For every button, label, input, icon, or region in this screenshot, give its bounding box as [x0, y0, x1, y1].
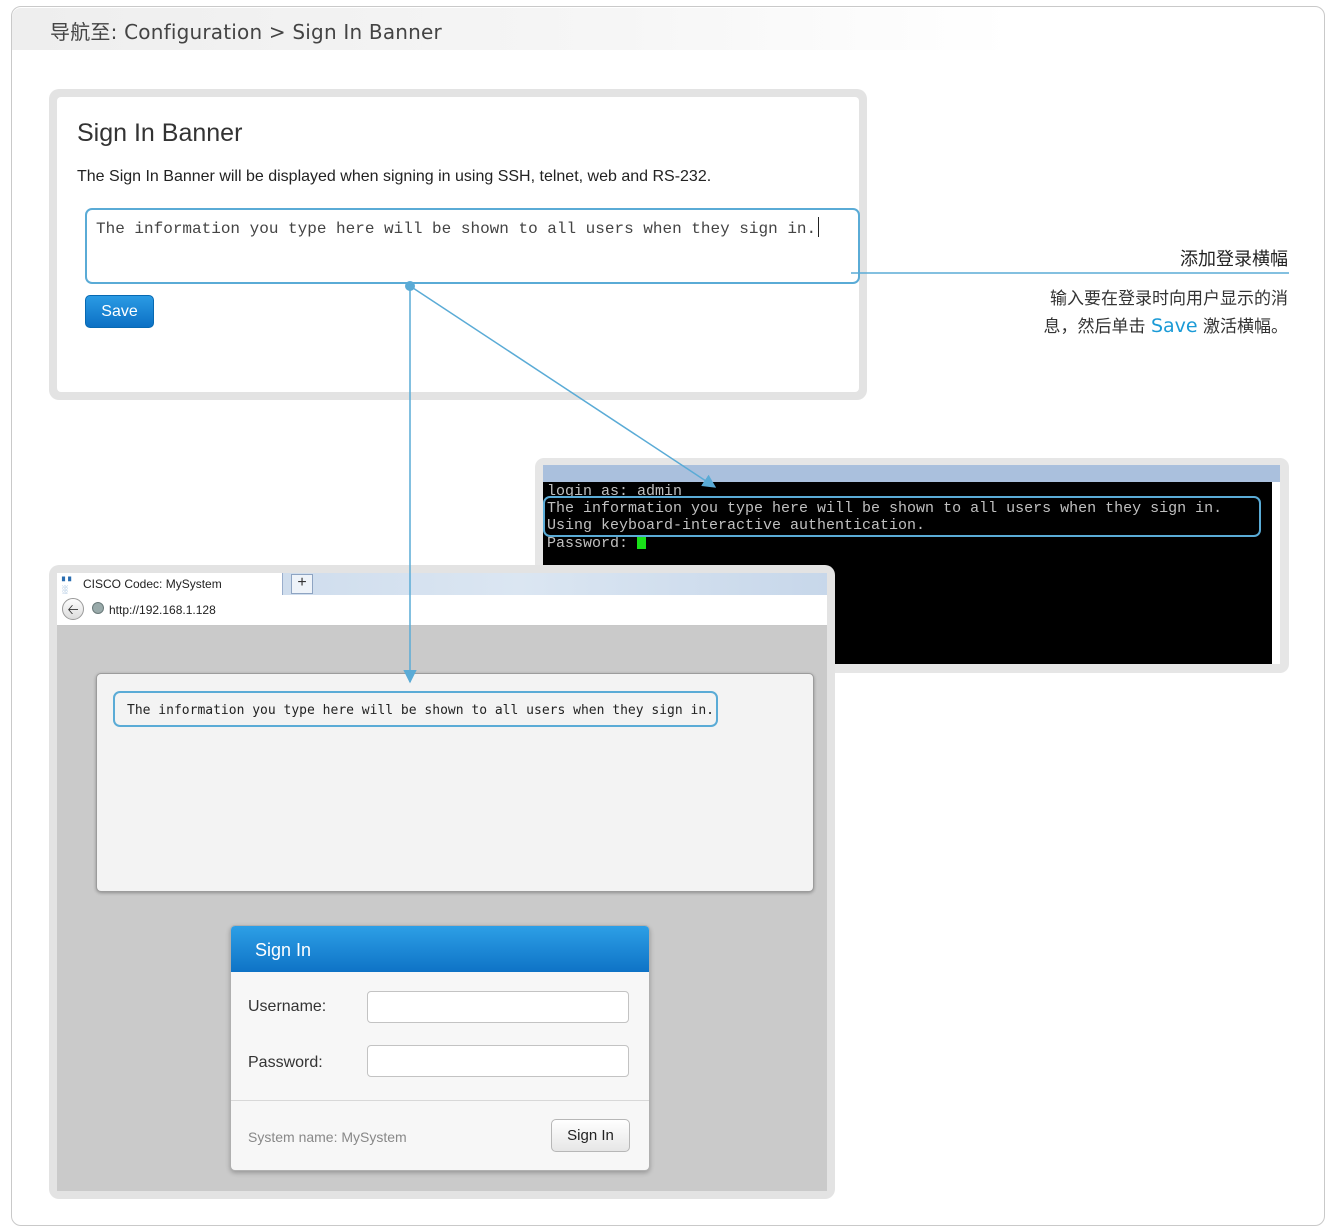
annotation-body: 输入要在登录时向用户显示的消息，然后单击 Save 激活横幅。: [980, 286, 1288, 341]
terminal-titlebar: [543, 465, 1280, 482]
browser-tab-label: CISCO Codec: MySystem: [83, 577, 222, 591]
sign-in-button[interactable]: Sign In: [551, 1119, 630, 1152]
banner-textarea[interactable]: The information you type here will be sh…: [85, 208, 860, 284]
annotation-title: 添加登录横幅: [1180, 249, 1288, 270]
url-text: http://192.168.1.128: [109, 603, 216, 617]
terminal-banner-highlight: [543, 496, 1261, 537]
banner-textarea-value: The information you type here will be sh…: [96, 217, 820, 238]
signin-card: Sign In Username: Password: System name:…: [230, 925, 650, 1171]
config-screenshot: Sign In Banner The Sign In Banner will b…: [49, 89, 867, 400]
back-arrow-icon[interactable]: 🡠: [62, 598, 84, 620]
address-bar[interactable]: 🡠 http://192.168.1.128: [57, 595, 827, 626]
password-label: Password:: [248, 1054, 323, 1071]
annotation-line-2-suffix: 激活横幅。: [1197, 317, 1288, 337]
signin-title: Sign In: [255, 940, 312, 960]
annotation-save-highlight: Save: [1150, 315, 1198, 337]
terminal-scrollbar[interactable]: [1272, 482, 1280, 664]
divider: [231, 1100, 649, 1101]
cisco-logo-icon: ▘▘ ░: [62, 577, 75, 594]
username-input[interactable]: [367, 991, 629, 1023]
page-title: Sign In Banner: [77, 119, 243, 147]
new-tab-button[interactable]: +: [291, 574, 313, 594]
browser-tab[interactable]: ▘▘ ░ CISCO Codec: MySystem: [57, 573, 283, 595]
breadcrumb: 导航至: Configuration > Sign In Banner: [50, 20, 442, 44]
config-panel: Sign In Banner The Sign In Banner will b…: [57, 97, 860, 392]
signin-header: Sign In: [231, 926, 649, 972]
save-button[interactable]: Save: [85, 295, 154, 328]
tab-strip: ▘▘ ░ CISCO Codec: MySystem +: [57, 573, 827, 595]
annotation-line-1: 输入要在登录时向用户显示的消: [1050, 289, 1288, 309]
annotation-line-2-prefix: 息，然后单击: [1043, 317, 1151, 337]
terminal-prompt-line: Password:: [547, 535, 647, 552]
banner-card: The information you type here will be sh…: [96, 673, 814, 892]
banner-display-highlight: The information you type here will be sh…: [113, 691, 718, 727]
browser-viewport: The information you type here will be sh…: [57, 626, 827, 1191]
banner-display-text: The information you type here will be sh…: [127, 703, 714, 718]
page-description: The Sign In Banner will be displayed whe…: [77, 168, 712, 185]
system-name: System name: MySystem: [248, 1129, 407, 1145]
username-label: Username:: [248, 998, 327, 1015]
browser-screenshot: ▘▘ ░ CISCO Codec: MySystem + 🡠 http://192…: [49, 565, 835, 1199]
globe-icon: [92, 602, 104, 614]
password-input[interactable]: [367, 1045, 629, 1077]
terminal-cursor: [637, 535, 647, 549]
text-caret: [818, 217, 820, 237]
